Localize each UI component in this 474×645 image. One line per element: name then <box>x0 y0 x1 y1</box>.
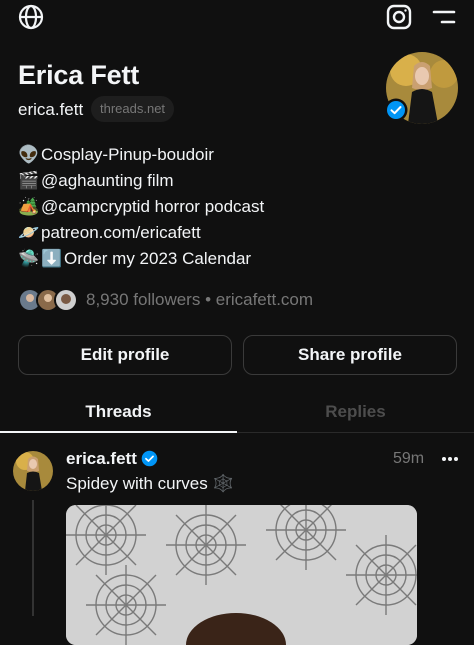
post-username[interactable]: erica.fett <box>66 449 137 469</box>
followers-row[interactable]: 8,930 followers • ericafett.com <box>18 288 313 312</box>
tab-threads[interactable]: Threads <box>0 392 237 432</box>
bio-line: 👽Cosplay-Pinup-boudoir <box>18 145 214 164</box>
tab-replies[interactable]: Replies <box>237 392 474 432</box>
bio-line: 🪐patreon.com/ericafett <box>18 223 201 242</box>
thread-line <box>32 500 34 616</box>
bio-mention-link[interactable]: @campcryptid horror podcast <box>41 197 264 216</box>
active-tab-indicator <box>0 431 237 433</box>
share-profile-button[interactable]: Share profile <box>243 335 457 375</box>
bio-line: 🎬@aghaunting film <box>18 170 174 192</box>
profile-handle: erica.fett <box>18 100 84 119</box>
clapper-emoji-icon: 🎬 <box>18 171 40 190</box>
globe-icon[interactable] <box>16 2 46 32</box>
alien-emoji-icon: 👽 <box>18 145 40 164</box>
verified-badge-icon <box>384 98 408 122</box>
post-image[interactable] <box>66 505 417 645</box>
post-avatar[interactable] <box>13 451 53 491</box>
followers-count: 8,930 followers • ericafett.com <box>86 290 314 309</box>
ufo-emoji-icon: 🛸 <box>18 249 40 268</box>
tab-divider <box>237 432 474 433</box>
bio-mention-link[interactable]: @aghaunting film <box>41 171 174 190</box>
profile-name: Erica Fett <box>18 60 140 90</box>
bio-line: 🛸 ⬇️Order my 2023 Calendar <box>18 249 252 268</box>
more-options-icon[interactable] <box>440 449 460 469</box>
planet-emoji-icon: 🪐 <box>18 223 40 242</box>
bio-line: 🏕️@campcryptid horror podcast <box>18 196 264 218</box>
instagram-icon[interactable] <box>384 2 414 32</box>
domain-pill[interactable]: threads.net <box>91 96 175 122</box>
down-arrow-emoji-icon: ⬇️ <box>41 249 63 268</box>
post-text: Spidey with curves 🕸️ <box>66 474 234 493</box>
camping-emoji-icon: 🏕️ <box>18 197 40 216</box>
post-time: 59m <box>393 450 425 467</box>
menu-icon[interactable] <box>430 6 458 28</box>
verified-badge-icon <box>141 450 158 467</box>
follower-avatar <box>54 288 78 312</box>
edit-profile-button[interactable]: Edit profile <box>18 335 232 375</box>
